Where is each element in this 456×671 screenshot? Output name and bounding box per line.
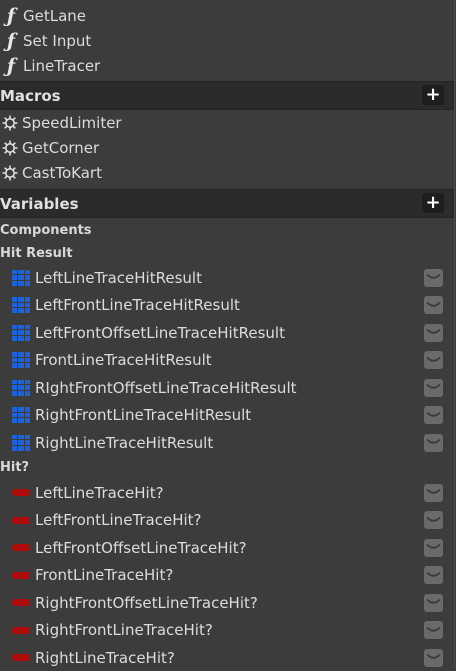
add-variable-button[interactable]: + <box>422 193 444 213</box>
function-item-linetracer[interactable]: ƒ LineTracer <box>0 53 454 78</box>
visibility-eye-icon[interactable] <box>424 323 443 342</box>
my-blueprint-panel: ƒ GetLane ƒ Set Input ƒ LineTracer Macro… <box>0 0 455 668</box>
variable-item[interactable]: FrontLineTraceHit? <box>0 562 454 589</box>
variable-label: LeftLineTraceHit? <box>35 483 164 502</box>
variable-label: LeftLineTraceHitResult <box>35 268 202 287</box>
category-label: Hit? <box>0 459 30 475</box>
variable-item[interactable]: LeftFrontLineTraceHit? <box>0 507 454 534</box>
variable-label: LeftFrontLineTraceHitResult <box>35 296 240 314</box>
function-label: LineTracer <box>23 56 101 75</box>
macros-title: Macros <box>0 86 61 105</box>
macro-item-speedlimiter[interactable]: SpeedLimiter <box>0 110 454 135</box>
variable-item[interactable]: RightFrontLineTraceHitResult <box>0 402 454 429</box>
variable-label: LeftFrontOffsetLineTraceHitResult <box>35 323 285 342</box>
struct-variable-icon <box>12 324 30 341</box>
variable-item[interactable]: RightFrontOffsetLineTraceHit? <box>0 589 454 616</box>
variable-label: LeftFrontLineTraceHit? <box>35 511 202 529</box>
variable-label: FrontLineTraceHit? <box>35 566 174 584</box>
boolean-variable-icon <box>12 571 30 579</box>
visibility-eye-icon[interactable] <box>424 648 443 667</box>
variable-label: RightFrontOffsetLineTraceHit? <box>35 593 258 612</box>
variable-item[interactable]: LeftFrontLineTraceHitResult <box>0 292 454 319</box>
function-icon: ƒ <box>6 54 16 77</box>
variable-item[interactable]: RightLineTraceHit? <box>0 644 454 671</box>
visibility-eye-icon[interactable] <box>424 406 443 424</box>
struct-variable-icon <box>12 352 30 368</box>
boolean-variable-icon <box>12 489 30 496</box>
macro-item-casttokart[interactable]: CastToKart <box>0 160 454 185</box>
visibility-eye-icon[interactable] <box>424 378 443 397</box>
visibility-eye-icon[interactable] <box>424 433 443 452</box>
variable-label: RIghtFrontOffsetLineTraceHitResult <box>35 378 297 397</box>
macro-label: SpeedLimiter <box>22 113 122 132</box>
variable-item[interactable]: LeftLineTraceHitResult <box>0 264 454 291</box>
struct-variable-icon <box>12 269 30 286</box>
variables-section-header[interactable]: Variables + <box>0 189 454 218</box>
struct-variable-icon <box>12 297 30 313</box>
visibility-eye-icon[interactable] <box>424 621 443 639</box>
variable-label: RightFrontLineTraceHit? <box>35 621 213 639</box>
boolean-variable-icon <box>12 626 30 634</box>
function-item-getlane[interactable]: ƒ GetLane <box>0 3 454 28</box>
function-icon: ƒ <box>6 4 16 27</box>
category-components[interactable]: Components <box>0 219 454 241</box>
variable-label: RightLineTraceHitResult <box>35 433 214 452</box>
variable-label: RightFrontLineTraceHitResult <box>35 406 252 424</box>
boolean-variable-icon <box>12 599 30 606</box>
macro-item-getcorner[interactable]: GetCorner <box>0 135 454 160</box>
variable-label: RightLineTraceHit? <box>35 648 175 667</box>
macro-gear-icon <box>0 138 20 158</box>
boolean-variable-icon <box>12 654 30 661</box>
boolean-variable-icon <box>12 516 30 524</box>
boolean-variable-icon <box>12 544 30 551</box>
category-label: Components <box>0 222 92 238</box>
macro-label: GetCorner <box>22 138 100 157</box>
macro-gear-icon <box>0 163 20 183</box>
variable-item[interactable]: LeftFrontOffsetLineTraceHit? <box>0 534 454 561</box>
function-label: Set Input <box>23 31 92 50</box>
variable-item[interactable]: LeftFrontOffsetLineTraceHitResult <box>0 319 454 346</box>
visibility-eye-icon[interactable] <box>424 511 443 529</box>
macros-section-header[interactable]: Macros + <box>0 81 454 110</box>
variable-item[interactable]: FrontLineTraceHitResult <box>0 347 454 374</box>
variable-item[interactable]: LeftLineTraceHit? <box>0 479 454 506</box>
visibility-eye-icon[interactable] <box>424 538 443 557</box>
visibility-eye-icon[interactable] <box>424 593 443 612</box>
function-label: GetLane <box>23 6 87 25</box>
add-macro-button[interactable]: + <box>422 85 444 105</box>
variables-title: Variables <box>0 194 79 213</box>
category-hit-result[interactable]: Hit Result <box>0 242 454 264</box>
visibility-eye-icon[interactable] <box>424 268 443 287</box>
visibility-eye-icon[interactable] <box>424 566 443 584</box>
macro-label: CastToKart <box>22 163 102 182</box>
category-hit[interactable]: Hit? <box>0 456 454 478</box>
variable-label: LeftFrontOffsetLineTraceHit? <box>35 538 247 557</box>
function-item-set-input[interactable]: ƒ Set Input <box>0 28 454 53</box>
visibility-eye-icon[interactable] <box>424 483 443 502</box>
category-label: Hit Result <box>0 245 73 261</box>
variable-item[interactable]: RightFrontLineTraceHit? <box>0 617 454 644</box>
struct-variable-icon <box>12 434 30 451</box>
visibility-eye-icon[interactable] <box>424 296 443 314</box>
function-icon: ƒ <box>6 29 16 52</box>
variable-item[interactable]: RIghtFrontOffsetLineTraceHitResult <box>0 374 454 401</box>
variable-item[interactable]: RightLineTraceHitResult <box>0 429 454 456</box>
struct-variable-icon <box>12 379 30 396</box>
macro-gear-icon <box>0 113 20 133</box>
variable-label: FrontLineTraceHitResult <box>35 351 212 369</box>
struct-variable-icon <box>12 407 30 423</box>
visibility-eye-icon[interactable] <box>424 351 443 369</box>
